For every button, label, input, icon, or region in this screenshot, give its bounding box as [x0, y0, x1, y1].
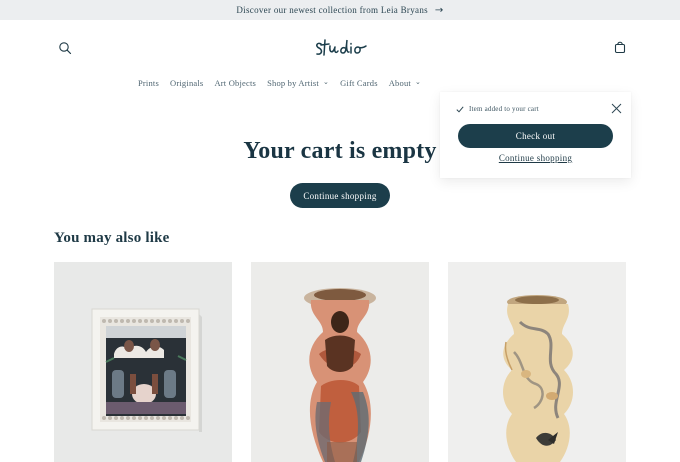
nav-item-shop-by-artist[interactable]: Shop by Artist ⌄	[267, 76, 329, 90]
studio-logo[interactable]	[313, 34, 369, 62]
cart-notification-popup: Item added to your cart Check out Contin…	[440, 92, 631, 178]
cream-vase-image	[448, 262, 626, 462]
announcement-bar[interactable]: Discover our newest collection from Leia…	[0, 0, 680, 20]
continue-shopping-button[interactable]: Continue shopping	[290, 183, 390, 208]
recommendations-heading: You may also like	[54, 230, 170, 246]
nav-item-originals[interactable]: Originals	[170, 76, 203, 90]
product-card-framed-artwork[interactable]	[54, 262, 232, 462]
nav-label: Art Objects	[214, 78, 257, 88]
cart-icon[interactable]	[613, 40, 627, 54]
arrow-right-icon: →	[434, 4, 444, 16]
nav-item-prints[interactable]: Prints	[138, 76, 159, 90]
nav-label: About	[388, 78, 411, 88]
announcement-text: Discover our newest collection from Leia…	[236, 5, 428, 15]
nav-label: Prints	[137, 78, 159, 88]
continue-shopping-link[interactable]: Continue shopping	[440, 153, 631, 163]
added-text: Item added to your cart	[469, 105, 539, 113]
chevron-down-icon: ⌄	[414, 78, 422, 86]
checkout-button[interactable]: Check out	[458, 124, 613, 148]
chevron-down-icon: ⌄	[322, 78, 330, 86]
nav-label: Originals	[170, 78, 204, 88]
added-confirmation: Item added to your cart	[456, 105, 539, 113]
site-header	[0, 20, 680, 75]
checkmark-icon	[456, 105, 464, 113]
nav-item-gift-cards[interactable]: Gift Cards	[340, 76, 378, 90]
figure-vase-image	[251, 262, 429, 462]
nav-item-art-objects[interactable]: Art Objects	[214, 76, 256, 90]
product-card-cream-vase[interactable]	[448, 262, 626, 462]
nav-item-about[interactable]: About ⌄	[389, 76, 421, 90]
main-navigation: Prints Originals Art Objects Shop by Art…	[0, 76, 680, 90]
search-icon[interactable]	[58, 41, 72, 55]
close-icon[interactable]	[611, 101, 622, 114]
nav-label: Gift Cards	[340, 78, 378, 88]
framed-artwork-image	[54, 262, 232, 462]
nav-label: Shop by Artist	[267, 78, 319, 88]
product-card-figure-vase[interactable]	[251, 262, 429, 462]
